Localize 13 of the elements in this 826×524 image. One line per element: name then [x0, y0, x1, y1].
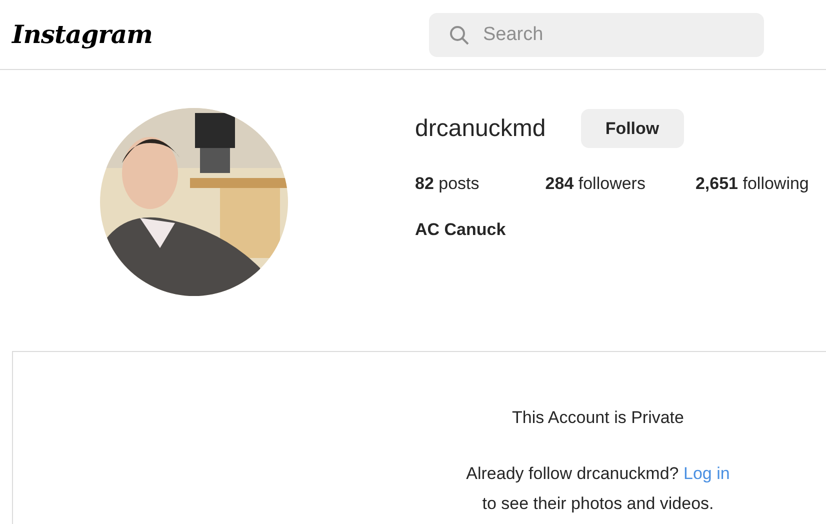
search-field[interactable]: Search: [429, 12, 764, 56]
follow-button[interactable]: Follow: [580, 109, 684, 148]
private-notice-title: This Account is Private: [512, 408, 684, 428]
logo[interactable]: Instagram: [12, 20, 152, 49]
search-icon: [449, 24, 469, 44]
private-notice-text: to see their photos and videos.: [482, 494, 714, 514]
profile-stat[interactable]: 82 posts: [415, 174, 480, 194]
full-name: AC Canuck: [415, 220, 507, 240]
profile-stat[interactable]: 2,651 following: [695, 174, 809, 194]
login-prompt: Already follow drcanuckmd? Log in: [466, 464, 730, 484]
search-input[interactable]: Search: [483, 12, 764, 56]
profile-stat[interactable]: 284 followers: [545, 174, 646, 194]
username: drcanuckmd: [415, 114, 546, 142]
